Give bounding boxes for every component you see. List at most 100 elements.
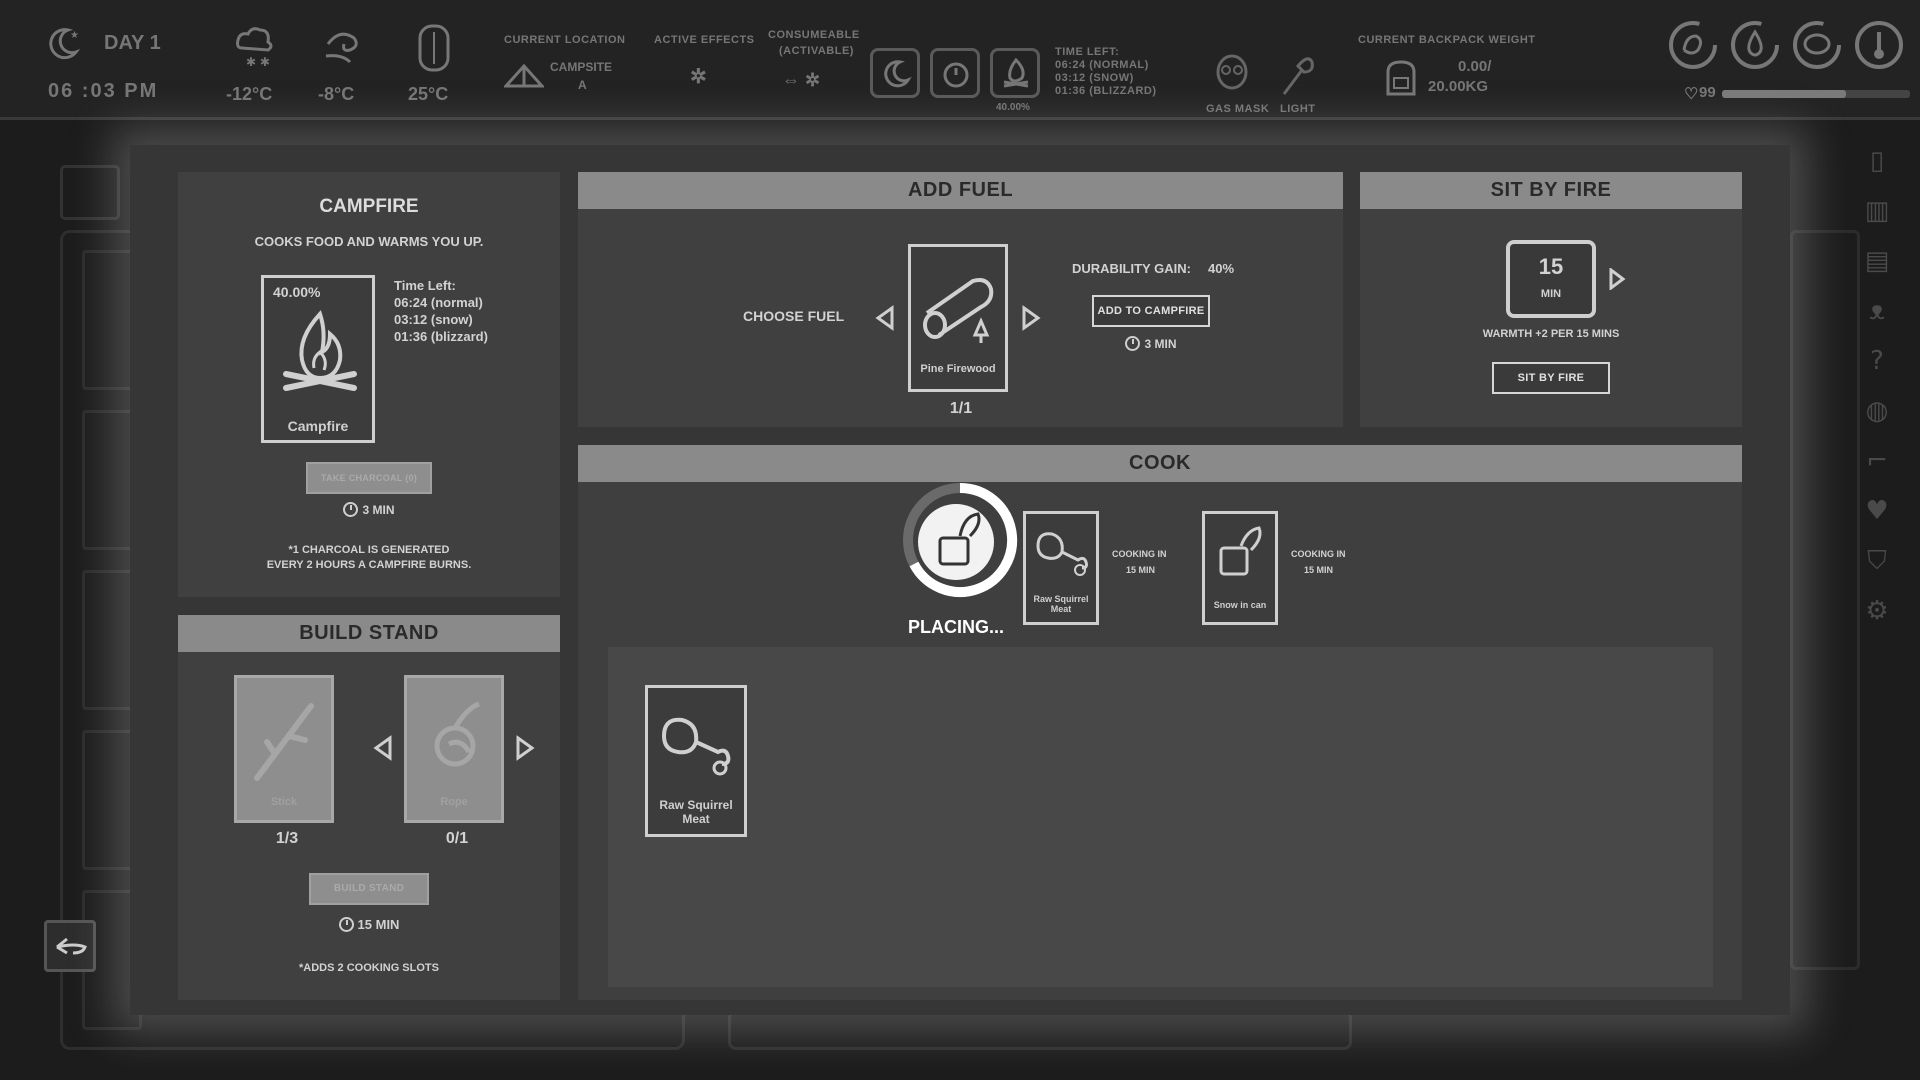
health-bar — [1722, 90, 1910, 98]
campfire-modal: CAMPFIRE COOKS FOOD AND WARMS YOU UP. 40… — [130, 145, 1790, 1015]
prev-arrow-icon[interactable] — [372, 735, 394, 761]
help-icon[interactable]: ? — [1862, 346, 1892, 376]
choose-fuel-label: CHOOSE FUEL — [743, 308, 845, 324]
light-label: LIGHT — [1280, 103, 1316, 115]
brain-icon[interactable] — [1790, 18, 1844, 72]
cooking-slot-time: 15 MIN — [1126, 565, 1156, 575]
cooking-slot-card[interactable]: Snow in can — [1202, 511, 1278, 625]
consumable-effect-icons[interactable]: ⇔ ✲ — [782, 70, 820, 91]
charcoal-note-line1: *1 CHARCOAL IS GENERATED — [288, 544, 450, 556]
add-fuel-time: 3 MIN — [1092, 336, 1210, 351]
stick-name: Stick — [270, 796, 298, 808]
pine-firewood-name: Pine Firewood — [920, 363, 996, 375]
moon-sleep-icon — [884, 60, 912, 88]
backpack-max: 20.00KG — [1428, 78, 1489, 95]
next-fuel-arrow-icon[interactable] — [1020, 305, 1042, 331]
inventory-item-name-line2: Meat — [682, 812, 710, 826]
cold-effect-icon[interactable]: ✲ — [690, 64, 707, 89]
heart-organ-icon[interactable]: ♥ — [1862, 496, 1892, 526]
campfire-percent: 40.00% — [996, 102, 1030, 113]
backpack-icon[interactable] — [1380, 56, 1422, 98]
health-bar-fill — [1722, 90, 1847, 98]
squirrel-meat-icon — [661, 717, 731, 776]
charcoal-time: 3 MIN — [178, 502, 560, 517]
back-button[interactable] — [44, 920, 96, 972]
inventory-item-name-line1: Raw Squirrel — [659, 798, 733, 812]
snow-cloud-icon: ✱ ✱ — [236, 27, 273, 69]
time-left-blizzard: 01:36 (BLIZZARD) — [1055, 85, 1157, 97]
time-left-snow: 03:12 (SNOW) — [1055, 72, 1134, 84]
build-stand-button[interactable]: BUILD STAND — [309, 873, 429, 905]
rope-card[interactable]: Rope — [404, 675, 504, 823]
location-name: CAMPSITE — [550, 60, 613, 74]
next-arrow-icon[interactable] — [514, 735, 536, 761]
stopwatch-icon — [943, 62, 969, 88]
boot-icon[interactable]: ⌐ — [1862, 446, 1892, 476]
book-icon[interactable]: ▤ — [1862, 246, 1892, 276]
outside-temp: -12°C — [226, 84, 273, 104]
build-stand-panel: BUILD STAND Stick 1/3 Rope 0/1 BUILD STA… — [178, 615, 560, 1000]
top-hud: ★ DAY 1 06 :03 PM ✱ ✱ -12°C -8°C 25°C CU… — [0, 0, 1920, 120]
increase-duration-arrow-icon[interactable] — [1608, 268, 1626, 290]
shirt-icon[interactable]: ⛉ — [1862, 546, 1892, 576]
sit-by-fire-button[interactable]: SIT BY FIRE — [1492, 362, 1610, 394]
campfire-card: 40.00% Campfire — [261, 275, 375, 443]
sit-duration-unit: MIN — [1540, 288, 1562, 300]
cooking-slot-card[interactable]: Raw Squirrel Meat — [1023, 511, 1099, 625]
warmth-info: WARMTH +2 PER 15 MINS — [1482, 328, 1620, 340]
campfire-small-icon — [1003, 57, 1029, 88]
clock-time: 06 :03 PM — [48, 80, 159, 102]
stick-icon — [254, 703, 314, 781]
campfire-time-snow: 03:12 (snow) — [394, 312, 473, 327]
cooking-slot-time: 15 MIN — [1304, 565, 1334, 575]
campfire-time-normal: 06:24 (normal) — [394, 295, 483, 310]
campfire-icon — [283, 310, 357, 391]
rope-name: Rope — [440, 796, 468, 808]
fuel-count: 1/1 — [949, 400, 973, 417]
build-stand-time: 15 MIN — [178, 917, 560, 932]
background-map-panel — [1790, 230, 1860, 970]
take-charcoal-button[interactable]: TAKE CHARCOAL (0) — [306, 462, 432, 494]
rope-icon — [434, 701, 480, 767]
activable-label: (ACTIVABLE) — [779, 45, 854, 57]
settings-icon[interactable]: ⚙ — [1862, 596, 1892, 626]
sit-duration-box[interactable]: 15 MIN — [1506, 240, 1596, 318]
stomach-icon[interactable] — [1666, 18, 1720, 72]
timer-icon — [1125, 336, 1141, 351]
cooking-slot-status: COOKING IN — [1291, 549, 1346, 559]
water-drop-icon[interactable] — [1728, 18, 1782, 72]
firewood-log-icon — [923, 278, 994, 343]
wind-icon — [325, 32, 358, 64]
pine-firewood-card[interactable]: Pine Firewood — [908, 244, 1008, 392]
thermometer-icon[interactable] — [1852, 18, 1906, 72]
stats-icon[interactable]: ▥ — [1862, 196, 1892, 226]
gas-mask-icon[interactable] — [1212, 52, 1252, 98]
journal-icon[interactable]: ▯ — [1862, 146, 1892, 176]
time-left-label: TIME LEFT: — [1055, 46, 1120, 58]
timer-icon — [338, 917, 354, 932]
cookable-inventory-area — [608, 647, 1713, 987]
tent-icon — [504, 63, 544, 88]
torch-icon[interactable] — [1278, 52, 1318, 98]
add-fuel-panel: ADD FUEL CHOOSE FUEL Pine Firewood 1/1 D… — [578, 172, 1343, 427]
stick-count: 1/3 — [275, 830, 299, 847]
day-label: DAY 1 — [104, 32, 161, 54]
cook-header: COOK — [578, 445, 1742, 482]
cooking-slot-status: COOKING IN — [1112, 549, 1167, 559]
backpack-current: 0.00/ — [1458, 58, 1492, 75]
rope-count: 0/1 — [445, 830, 469, 847]
prev-fuel-arrow-icon[interactable] — [874, 305, 896, 331]
add-to-campfire-button[interactable]: ADD TO CAMPFIRE — [1092, 295, 1210, 327]
sit-by-fire-panel: SIT BY FIRE 15 MIN WARMTH +2 PER 15 MINS… — [1360, 172, 1742, 427]
campfire-durability: 40.00% — [273, 284, 321, 300]
charcoal-note-line2: EVERY 2 HOURS A CAMPFIRE BURNS. — [266, 559, 472, 571]
campfire-subtitle: COOKS FOOD AND WARMS YOU UP. — [254, 234, 484, 249]
inventory-item-card[interactable]: Raw Squirrel Meat — [645, 685, 747, 837]
stick-card[interactable]: Stick — [234, 675, 334, 823]
health-heart-icon: ♡ — [1684, 86, 1699, 103]
timer-icon — [343, 502, 359, 517]
add-fuel-header: ADD FUEL — [578, 172, 1343, 209]
medal-icon[interactable]: ᴥ — [1862, 296, 1892, 326]
food-icon[interactable]: ◍ — [1862, 396, 1892, 426]
camp-tab[interactable] — [60, 165, 120, 220]
